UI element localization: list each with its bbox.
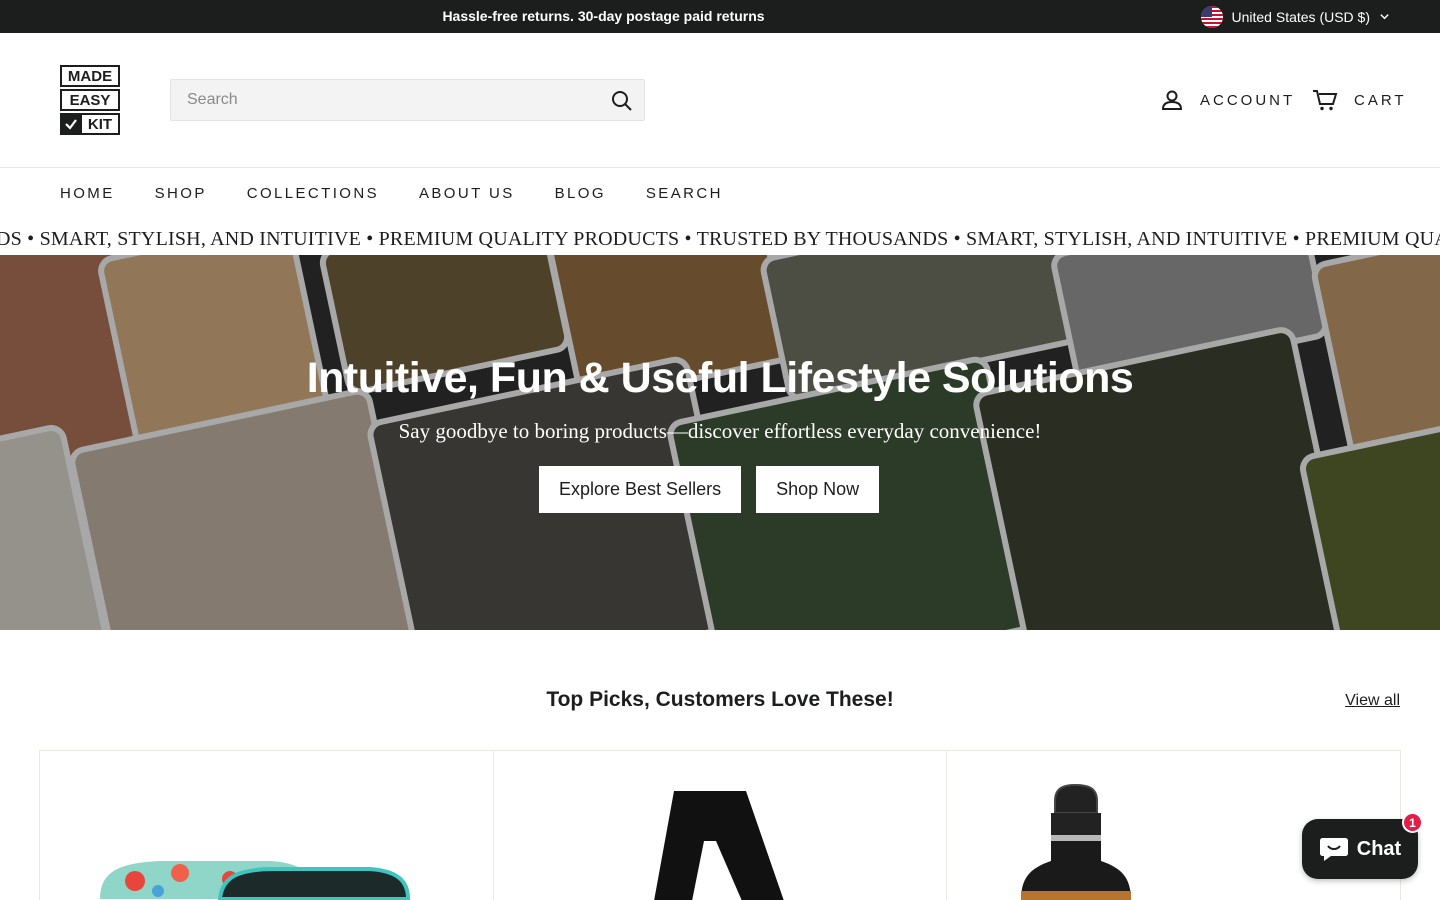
nav-item-blog[interactable]: BLOG bbox=[555, 185, 606, 202]
product-grid bbox=[39, 750, 1401, 900]
chat-bubble-icon bbox=[1319, 838, 1348, 861]
account-link[interactable]: ACCOUNT bbox=[1160, 88, 1295, 112]
section-title: Top Picks, Customers Love These! bbox=[546, 688, 894, 711]
hero-banner: Intuitive, Fun & Useful Lifestyle Soluti… bbox=[0, 255, 1440, 630]
chat-notification-badge: 1 bbox=[1402, 812, 1423, 833]
nav-item-shop[interactable]: SHOP bbox=[155, 185, 207, 202]
logo-line-kit: KIT bbox=[82, 113, 120, 135]
product-card[interactable] bbox=[40, 751, 494, 900]
site-header: MADE EASY KIT ACCOUNT CART bbox=[0, 33, 1440, 168]
hero-title: Intuitive, Fun & Useful Lifestyle Soluti… bbox=[306, 354, 1134, 402]
product-image-black-stand bbox=[653, 791, 784, 900]
logo-line-kit-row: KIT bbox=[60, 113, 120, 135]
hero-buttons: Explore Best Sellers Shop Now bbox=[539, 466, 880, 513]
marquee-text: DS • SMART, STYLISH, AND INTUITIVE • PRE… bbox=[0, 228, 1440, 250]
chevron-down-icon bbox=[1380, 14, 1389, 20]
product-card[interactable] bbox=[494, 751, 948, 900]
announcement-text: Hassle-free returns. 30-day postage paid… bbox=[442, 8, 765, 24]
main-navigation: HOME SHOP COLLECTIONS ABOUT US BLOG SEAR… bbox=[0, 168, 1440, 222]
shop-now-button[interactable]: Shop Now bbox=[756, 466, 880, 513]
search-bar bbox=[170, 79, 645, 121]
locale-label: United States (USD $) bbox=[1231, 8, 1371, 25]
cart-icon bbox=[1313, 90, 1338, 111]
nav-item-search[interactable]: SEARCH bbox=[646, 185, 723, 202]
view-all-link[interactable]: View all bbox=[1345, 692, 1400, 710]
marquee-banner: DS • SMART, STYLISH, AND INTUITIVE • PRE… bbox=[0, 222, 1440, 255]
chat-label: Chat bbox=[1356, 837, 1402, 860]
announcement-bar: Hassle-free returns. 30-day postage paid… bbox=[0, 0, 1440, 33]
chat-button[interactable]: Chat bbox=[1302, 819, 1418, 879]
logo-line-easy: EASY bbox=[60, 89, 120, 111]
site-logo[interactable]: MADE EASY KIT bbox=[60, 65, 120, 135]
locale-selector[interactable]: United States (USD $) bbox=[1200, 0, 1391, 33]
hero-subtitle: Say goodbye to boring products—discover … bbox=[398, 419, 1042, 443]
nav-item-collections[interactable]: COLLECTIONS bbox=[247, 185, 379, 202]
search-icon[interactable] bbox=[610, 89, 634, 113]
user-icon bbox=[1161, 90, 1183, 110]
cart-label: CART bbox=[1354, 91, 1407, 109]
search-input[interactable] bbox=[171, 80, 591, 120]
product-image-floral-case bbox=[100, 861, 411, 900]
us-flag-icon bbox=[1200, 5, 1223, 28]
account-label: ACCOUNT bbox=[1200, 91, 1296, 109]
logo-line-made: MADE bbox=[60, 65, 120, 87]
check-icon bbox=[60, 113, 82, 135]
nav-item-home[interactable]: HOME bbox=[60, 185, 115, 202]
cart-link[interactable]: CART bbox=[1312, 88, 1407, 112]
nav-item-about-us[interactable]: ABOUT US bbox=[419, 185, 515, 202]
explore-best-sellers-button[interactable]: Explore Best Sellers bbox=[539, 466, 742, 513]
